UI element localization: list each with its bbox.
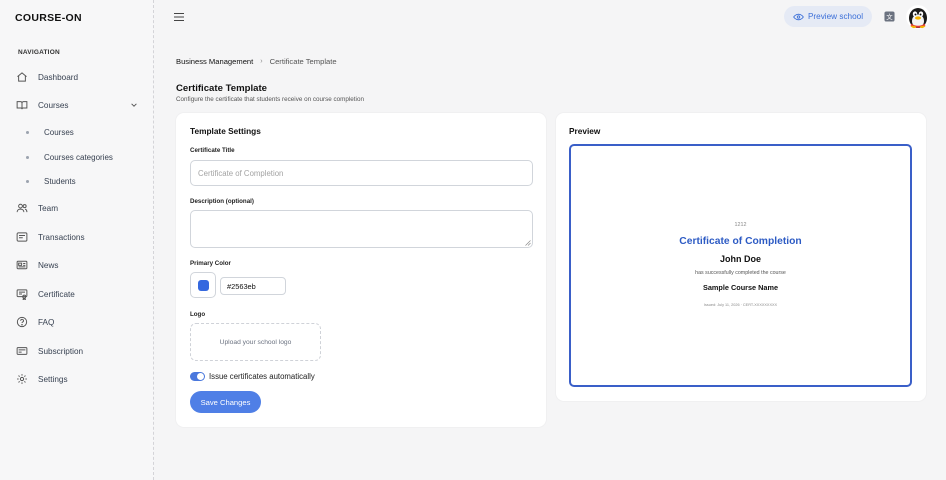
- upload-text: Upload your school logo: [219, 338, 292, 346]
- preview-card: Preview 1212 Certificate of Completion J…: [556, 113, 926, 401]
- certificate-title-label: Certificate Title: [190, 147, 235, 154]
- logo-upload-dropzone[interactable]: Upload your school logo: [190, 323, 321, 361]
- chevron-right-icon: ›: [260, 58, 263, 65]
- hamburger-menu-icon[interactable]: [173, 11, 185, 23]
- settings-card-title: Template Settings: [190, 126, 261, 136]
- certificate-footer: Issued: July 11, 2026 · CERT-XXXXXXXXX: [703, 303, 778, 307]
- translate-icon[interactable]: 文: [884, 11, 895, 22]
- description-label: Description (optional): [190, 198, 254, 205]
- sidebar-item-label: News: [38, 260, 59, 270]
- toggle-knob: [197, 373, 204, 380]
- save-changes-button[interactable]: Save Changes: [190, 391, 261, 413]
- auto-issue-toggle[interactable]: [190, 372, 205, 381]
- certificate-title: Certificate of Completion: [679, 236, 802, 247]
- primary-color-label: Primary Color: [190, 260, 231, 267]
- bullet-dot: [26, 155, 29, 159]
- description-textarea[interactable]: [190, 210, 533, 248]
- sidebar-subitem-label: Courses categories: [44, 152, 113, 162]
- sidebar-item-label: Dashboard: [38, 72, 79, 82]
- sidebar-item-label: Subscription: [38, 346, 84, 356]
- sidebar-item-news[interactable]: News: [16, 255, 140, 275]
- template-settings-card: Template Settings Certificate Title Desc…: [176, 113, 546, 427]
- preview-school-label: Preview school: [807, 12, 864, 21]
- sidebar-item-label: Courses: [38, 100, 69, 110]
- sidebar-subitem-label: Students: [44, 176, 76, 186]
- resize-handle-icon[interactable]: [525, 240, 531, 246]
- primary-color-hex-input[interactable]: [220, 277, 286, 295]
- sidebar-item-label: Team: [38, 203, 59, 213]
- card-icon: [16, 345, 28, 357]
- student-name: John Doe: [719, 254, 761, 264]
- color-picker-button[interactable]: [190, 272, 216, 298]
- help-circle-icon: [16, 316, 28, 328]
- gear-icon: [16, 373, 28, 385]
- sidebar-item-dashboard[interactable]: Dashboard: [16, 67, 140, 87]
- receipt-icon: [16, 231, 28, 243]
- breadcrumb-current: Certificate Template: [269, 57, 337, 66]
- sidebar-item-label: Settings: [38, 374, 68, 384]
- completion-text: has successfully completed the course: [695, 270, 786, 276]
- chevron-down-icon[interactable]: [130, 101, 138, 109]
- sidebar-item-label: FAQ: [38, 317, 55, 327]
- sidebar-item-team[interactable]: Team: [16, 198, 140, 218]
- user-avatar[interactable]: [906, 5, 930, 29]
- sidebar-item-label: Transactions: [38, 232, 85, 242]
- breadcrumb-parent[interactable]: Business Management: [176, 57, 253, 66]
- sidebar: COURSE-ON NAVIGATION Dashboard Courses C…: [0, 0, 154, 480]
- certificate-logo-text: 1212: [734, 222, 747, 228]
- sidebar-subitem-label: Courses: [44, 127, 74, 137]
- sidebar-subitem-students[interactable]: Students: [26, 173, 76, 189]
- auto-issue-label: Issue certificates automatically: [209, 372, 315, 381]
- home-icon: [16, 71, 28, 83]
- users-icon: [16, 202, 28, 214]
- svg-text:文: 文: [886, 12, 893, 21]
- sidebar-item-transactions[interactable]: Transactions: [16, 227, 140, 247]
- certificate-preview: 1212 Certificate of Completion John Doe …: [569, 144, 912, 387]
- bullet-dot: [26, 179, 29, 183]
- nav-section-title: NAVIGATION: [18, 49, 60, 56]
- sidebar-item-label: Certificate: [38, 289, 75, 299]
- sidebar-item-courses[interactable]: Courses: [16, 95, 140, 115]
- brand-logo[interactable]: COURSE-ON: [15, 12, 82, 24]
- sidebar-subitem-courses-categories[interactable]: Courses categories: [26, 149, 113, 165]
- newspaper-icon: [16, 259, 28, 271]
- bullet-dot: [26, 130, 29, 134]
- page-title: Certificate Template: [176, 83, 267, 94]
- preview-card-title: Preview: [569, 126, 601, 136]
- sidebar-item-settings[interactable]: Settings: [16, 369, 140, 389]
- certificate-icon: [16, 288, 28, 300]
- sidebar-subitem-courses[interactable]: Courses: [26, 124, 74, 140]
- sidebar-item-certificate[interactable]: Certificate: [16, 284, 140, 304]
- color-swatch: [197, 279, 209, 291]
- sidebar-item-subscription[interactable]: Subscription: [16, 341, 140, 361]
- course-name: Sample Course Name: [702, 283, 779, 292]
- description-wrapper: [190, 210, 533, 248]
- certificate-title-input[interactable]: [190, 160, 533, 186]
- logo-label: Logo: [190, 311, 206, 318]
- sidebar-item-faq[interactable]: FAQ: [16, 312, 140, 332]
- penguin-avatar-icon: [906, 5, 930, 29]
- preview-school-button[interactable]: Preview school: [784, 6, 872, 27]
- eye-icon: [793, 13, 804, 20]
- page-subtitle: Configure the certificate that students …: [176, 96, 364, 103]
- breadcrumb: Business Management › Certificate Templa…: [176, 57, 337, 66]
- book-icon: [16, 99, 28, 111]
